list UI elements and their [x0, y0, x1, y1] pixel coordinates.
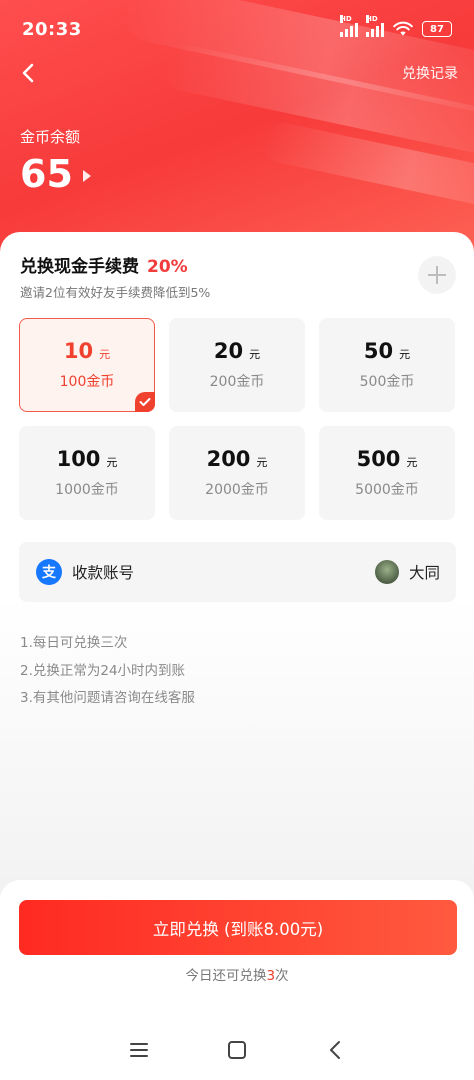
amount-options: 10 元 100金币 20 元 200金币 50 元 500金币 100 元 1000金… [19, 318, 456, 520]
avatar [374, 560, 399, 584]
option-amount: 100 [56, 447, 101, 471]
signal-icon: HD [340, 15, 358, 37]
exchange-record-link[interactable]: 兑换记录 [402, 63, 458, 83]
rules-list: 1.每日可兑换三次 2.兑换正常为24小时内到账 3.有其他问题请咨询在线客服 [20, 630, 195, 713]
option-amount: 50 [363, 339, 394, 363]
signal-icon: HD [366, 15, 384, 37]
amount-option[interactable]: 500 元 5000金币 [319, 426, 455, 520]
nav-back-icon [330, 1041, 340, 1059]
fee-tip: 邀请2位有效好友手续费降低到5% [20, 285, 211, 300]
exchange-now-button[interactable]: 立即兑换 (到账8.00元) [19, 900, 457, 955]
remaining-times: 今日还可兑换3次 [185, 968, 289, 984]
back-arrow-icon [22, 63, 34, 83]
option-unit: 元 [399, 348, 411, 361]
option-amount: 200 [206, 447, 251, 471]
fee-title-text: 兑换现金手续费 [20, 257, 139, 277]
option-coins: 500金币 [359, 374, 415, 390]
wifi-icon [393, 21, 413, 36]
amount-option[interactable]: 20 元 200金币 [169, 318, 305, 412]
home-icon [228, 1041, 246, 1059]
option-unit: 元 [406, 456, 418, 469]
amount-option[interactable]: 200 元 2000金币 [169, 426, 305, 520]
option-coins: 100金币 [59, 374, 115, 390]
top-nav: 兑换记录 [0, 56, 474, 90]
nav-back-button[interactable] [315, 1030, 355, 1070]
option-amount: 20 [213, 339, 244, 363]
rule-item: 1.每日可兑换三次 [20, 635, 128, 651]
rule-item: 2.兑换正常为24小时内到账 [20, 662, 186, 679]
status-icons: HD HD 87 [340, 15, 452, 37]
menu-icon [130, 1043, 148, 1057]
option-unit: 元 [256, 456, 268, 469]
amount-option[interactable]: 10 元 100金币 [19, 318, 155, 412]
alipay-icon: 支 [36, 559, 62, 585]
account-label: 收款账号 [72, 564, 135, 582]
option-amount: 10 [63, 339, 94, 363]
home-button[interactable] [217, 1030, 257, 1070]
option-coins: 200金币 [209, 374, 265, 390]
balance-display[interactable]: 65 [20, 152, 91, 196]
fee-title: 兑换现金手续费 20% [20, 252, 188, 277]
fee-rate: 20% [147, 257, 188, 277]
option-amount: 500 [356, 447, 401, 471]
rule-item: 3.有其他问题请咨询在线客服 [20, 690, 195, 706]
option-unit: 元 [249, 348, 261, 361]
option-unit: 元 [106, 456, 118, 469]
balance-label: 金币余额 [20, 128, 81, 146]
menu-button[interactable] [119, 1030, 159, 1070]
option-coins: 5000金币 [355, 482, 419, 498]
check-icon [135, 392, 155, 412]
amount-option[interactable]: 50 元 500金币 [319, 318, 455, 412]
payout-account-row[interactable]: 支 收款账号 大同 [19, 542, 456, 602]
system-nav-bar [0, 1020, 474, 1080]
option-coins: 1000金币 [55, 482, 119, 498]
invite-plus-button[interactable] [418, 256, 456, 294]
remaining-count: 3 [266, 968, 276, 984]
exchange-card: 兑换现金手续费 20% 邀请2位有效好友手续费降低到5% 10 元 100金币 2… [0, 232, 474, 892]
clock: 20:33 [22, 18, 82, 40]
amount-option[interactable]: 100 元 1000金币 [19, 426, 155, 520]
battery-icon: 87 [422, 21, 452, 37]
option-coins: 2000金币 [205, 482, 269, 498]
status-bar: 20:33 HD HD 87 [0, 0, 474, 58]
bottom-action-bar: 立即兑换 (到账8.00元) 今日还可兑换3次 [0, 880, 474, 1020]
chevron-right-icon [82, 170, 91, 182]
back-button[interactable] [14, 59, 42, 87]
account-name: 大同 [408, 564, 440, 582]
balance-value: 65 [20, 152, 73, 196]
option-unit: 元 [99, 348, 111, 361]
